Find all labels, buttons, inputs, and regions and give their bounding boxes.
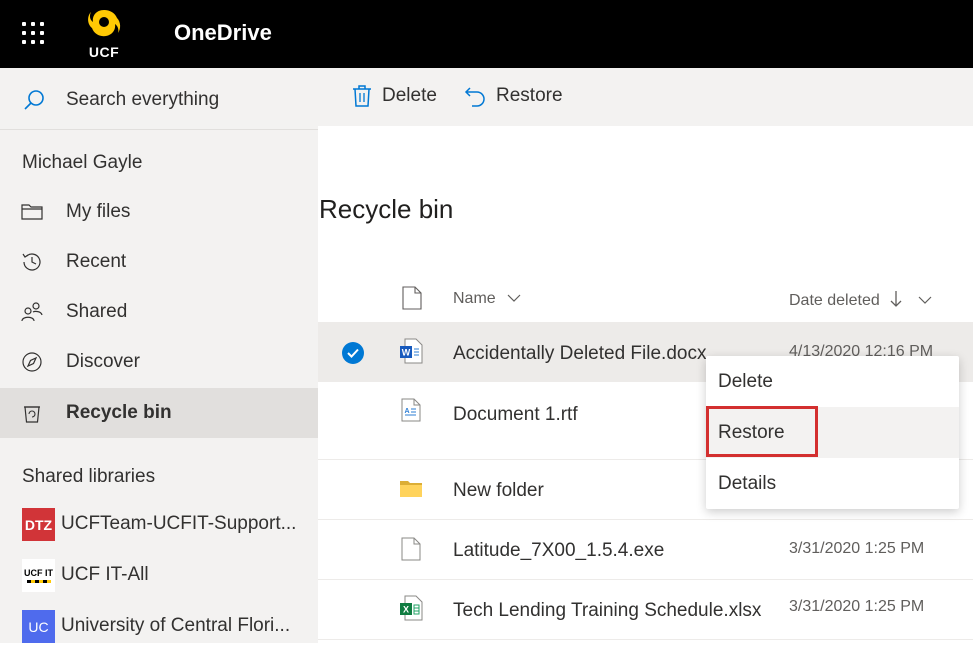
sort-down-arrow-icon xyxy=(890,291,902,307)
history-icon xyxy=(22,253,41,271)
file-name[interactable]: New folder xyxy=(453,480,544,502)
top-bar: UCF OneDrive xyxy=(0,0,973,68)
library-label: University of Central Flori... xyxy=(61,615,291,636)
svg-text:A: A xyxy=(404,408,409,415)
date-deleted: 3/31/2020 1:25 PM xyxy=(789,598,925,615)
search-icon xyxy=(24,90,44,110)
library-badge: UCF IT xyxy=(22,559,55,592)
svg-text:W: W xyxy=(402,348,411,358)
svg-text:X: X xyxy=(403,605,409,615)
word-file-icon: W xyxy=(400,338,423,364)
context-menu-delete[interactable]: Delete xyxy=(706,356,959,407)
restore-button[interactable]: Restore xyxy=(464,84,563,108)
user-name: Michael Gayle xyxy=(22,152,143,173)
library-item[interactable]: DTZ UCFTeam-UCFIT-Support... xyxy=(0,500,318,548)
text-file-icon: A xyxy=(401,398,421,422)
command-bar: Delete Restore xyxy=(318,68,973,126)
library-badge: UC xyxy=(22,610,55,643)
column-name-label: Name xyxy=(453,290,496,307)
sidebar: Search everything Michael Gayle My files… xyxy=(0,68,318,643)
app-launcher-icon[interactable] xyxy=(14,14,52,52)
logo-text: UCF xyxy=(88,44,120,60)
compass-icon xyxy=(22,352,42,372)
pegasus-logo-icon xyxy=(88,10,121,37)
list-header: Name Date deleted xyxy=(318,270,973,322)
nav-label: Recycle bin xyxy=(66,402,172,423)
nav-item-recent[interactable]: Recent xyxy=(0,237,318,287)
page-title: Recycle bin xyxy=(319,194,454,224)
nav-item-my-files[interactable]: My files xyxy=(0,187,318,237)
chevron-down-icon xyxy=(918,296,932,304)
search-box[interactable]: Search everything xyxy=(0,68,318,130)
restore-label: Restore xyxy=(496,85,563,106)
annotation-highlight-box xyxy=(706,406,818,457)
library-badge-text: UCF IT xyxy=(24,568,53,578)
column-date-label: Date deleted xyxy=(789,292,880,309)
file-type-icon[interactable] xyxy=(402,286,422,310)
folder-icon xyxy=(400,481,422,497)
recycle-bin-icon xyxy=(24,406,40,423)
chevron-down-icon xyxy=(507,294,521,302)
app-title[interactable]: OneDrive xyxy=(174,20,272,46)
people-icon xyxy=(21,302,43,322)
file-name[interactable]: Tech Lending Training Schedule.xlsx xyxy=(453,600,761,622)
nav-label: My files xyxy=(66,201,131,222)
context-menu-details[interactable]: Details xyxy=(706,458,959,509)
column-header-date-deleted[interactable]: Date deleted xyxy=(789,290,933,310)
file-name[interactable]: Latitude_7X00_1.5.4.exe xyxy=(453,540,664,562)
column-header-name[interactable]: Name xyxy=(453,290,522,308)
file-row[interactable]: X Tech Lending Training Schedule.xlsx 3/… xyxy=(318,580,973,640)
nav-label: Recent xyxy=(66,251,127,272)
nav-item-discover[interactable]: Discover xyxy=(0,337,318,387)
nav-item-shared[interactable]: Shared xyxy=(0,287,318,337)
search-placeholder: Search everything xyxy=(66,89,220,110)
date-deleted: 3/31/2020 1:25 PM xyxy=(789,540,925,557)
trash-icon xyxy=(353,85,371,107)
menu-item-label: Details xyxy=(718,473,777,494)
shared-libraries-heading: Shared libraries xyxy=(22,466,156,487)
file-row[interactable]: Latitude_7X00_1.5.4.exe 3/31/2020 1:25 P… xyxy=(318,520,973,580)
ucf-logo[interactable]: UCF xyxy=(84,6,124,62)
undo-icon xyxy=(464,87,485,107)
nav-item-recycle-bin[interactable]: Recycle bin xyxy=(0,388,318,438)
folder-icon xyxy=(21,204,43,220)
library-label: UCF IT-All xyxy=(61,564,149,585)
file-name[interactable]: Document 1.rtf xyxy=(453,404,578,426)
menu-item-label: Delete xyxy=(718,371,773,392)
delete-label: Delete xyxy=(382,85,437,106)
delete-button[interactable]: Delete xyxy=(352,84,437,108)
generic-file-icon xyxy=(401,537,421,561)
nav-label: Discover xyxy=(66,351,140,372)
library-label: UCFTeam-UCFIT-Support... xyxy=(61,513,297,534)
file-name[interactable]: Accidentally Deleted File.docx xyxy=(453,343,706,365)
library-item[interactable]: UCF IT UCF IT-All xyxy=(0,551,318,599)
badge-stripe xyxy=(26,580,51,583)
excel-file-icon: X xyxy=(400,595,423,621)
nav-label: Shared xyxy=(66,301,128,322)
library-badge: DTZ xyxy=(22,508,55,541)
selected-checkmark-icon[interactable] xyxy=(342,342,364,364)
